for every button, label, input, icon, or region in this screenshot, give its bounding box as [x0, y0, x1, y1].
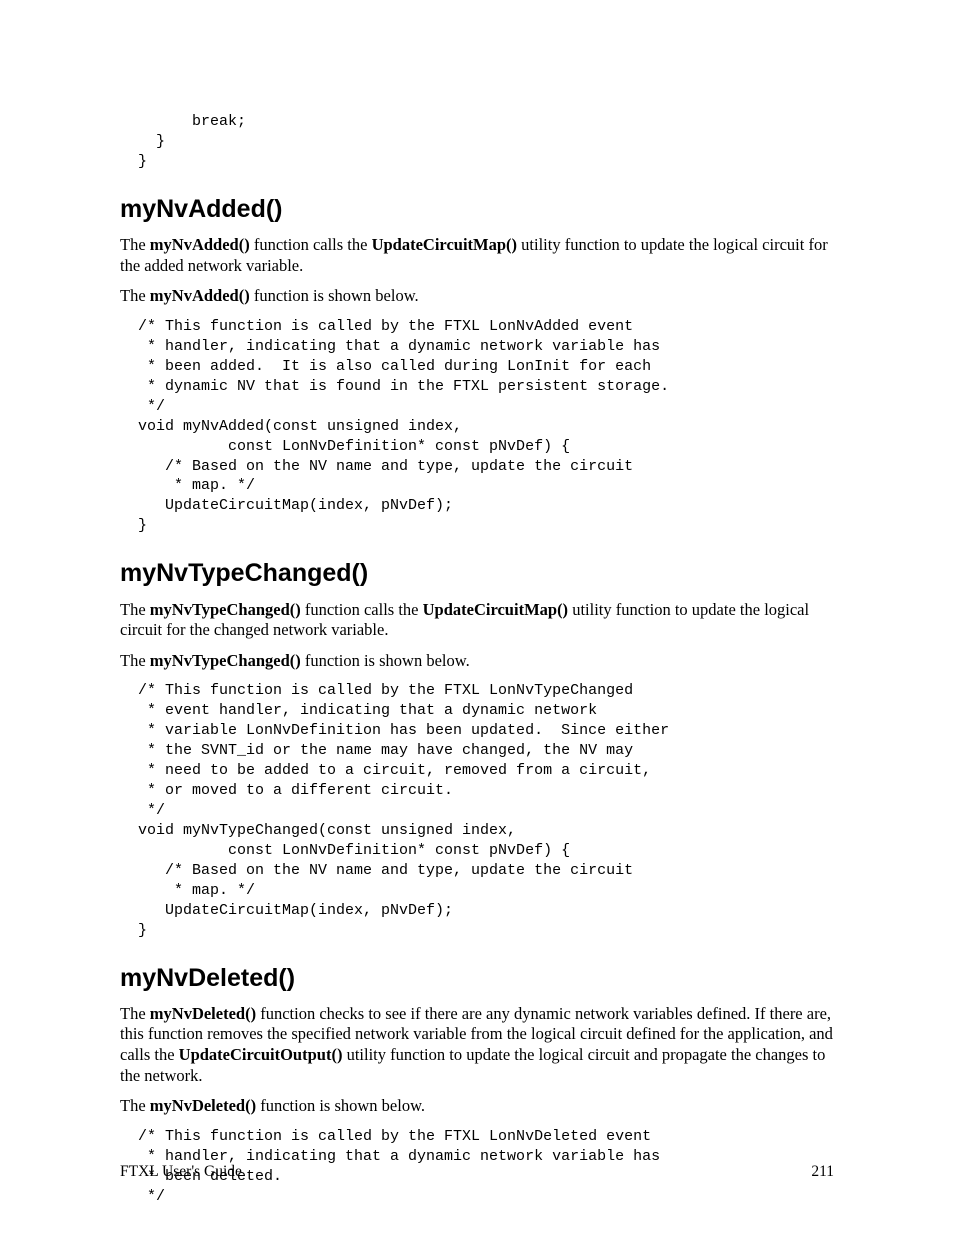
text: The — [120, 600, 150, 619]
bold-text: UpdateCircuitOutput() — [179, 1045, 343, 1064]
text: The — [120, 1096, 150, 1115]
text: function is shown below. — [301, 651, 470, 670]
bold-text: myNvTypeChanged() — [150, 600, 301, 619]
heading-mynvtypechanged: myNvTypeChanged() — [120, 558, 834, 589]
page-footer: FTXL User's Guide 211 — [120, 1162, 834, 1181]
text: function is shown below. — [256, 1096, 425, 1115]
code-block-top: break; } } — [120, 112, 834, 172]
page: break; } } myNvAdded() The myNvAdded() f… — [0, 0, 954, 1235]
code-block-mynvtypechanged: /* This function is called by the FTXL L… — [120, 681, 834, 940]
para-mynvadded-1: The myNvAdded() function calls the Updat… — [120, 235, 834, 276]
para-mynvtypechanged-2: The myNvTypeChanged() function is shown … — [120, 651, 834, 672]
heading-mynvadded: myNvAdded() — [120, 194, 834, 225]
footer-title: FTXL User's Guide — [120, 1162, 242, 1181]
bold-text: myNvAdded() — [150, 235, 250, 254]
text: function calls the — [301, 600, 423, 619]
text: function is shown below. — [250, 286, 419, 305]
page-number: 211 — [811, 1162, 834, 1181]
text: The — [120, 1004, 150, 1023]
text: The — [120, 235, 150, 254]
para-mynvdeleted-1: The myNvDeleted() function checks to see… — [120, 1004, 834, 1087]
heading-mynvdeleted: myNvDeleted() — [120, 963, 834, 994]
code-block-mynvadded: /* This function is called by the FTXL L… — [120, 317, 834, 536]
bold-text: myNvDeleted() — [150, 1004, 256, 1023]
text: The — [120, 286, 150, 305]
bold-text: myNvAdded() — [150, 286, 250, 305]
para-mynvtypechanged-1: The myNvTypeChanged() function calls the… — [120, 600, 834, 641]
text: function calls the — [250, 235, 372, 254]
text: The — [120, 651, 150, 670]
para-mynvdeleted-2: The myNvDeleted() function is shown belo… — [120, 1096, 834, 1117]
para-mynvadded-2: The myNvAdded() function is shown below. — [120, 286, 834, 307]
bold-text: UpdateCircuitMap() — [423, 600, 568, 619]
bold-text: myNvTypeChanged() — [150, 651, 301, 670]
bold-text: UpdateCircuitMap() — [372, 235, 517, 254]
bold-text: myNvDeleted() — [150, 1096, 256, 1115]
